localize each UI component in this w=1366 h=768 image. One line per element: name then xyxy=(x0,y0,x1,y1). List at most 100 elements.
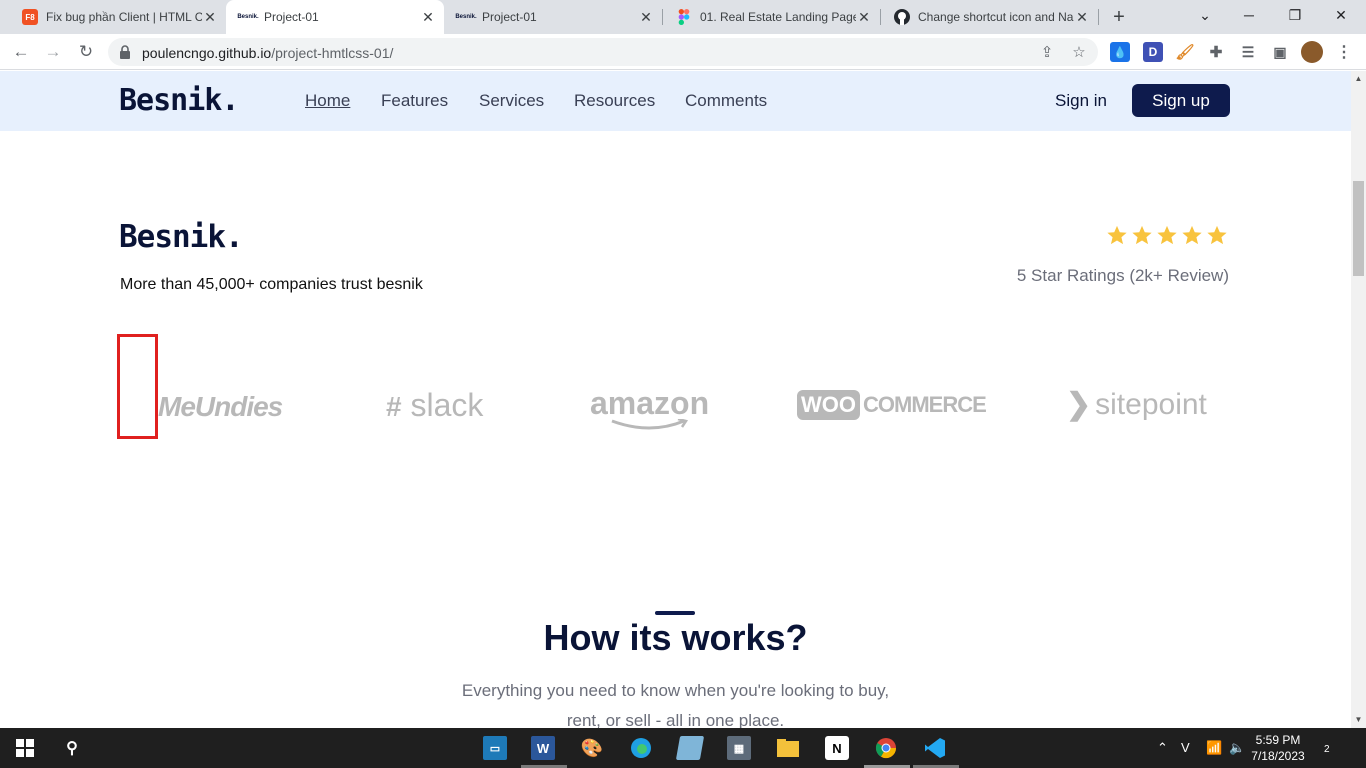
close-tab-icon[interactable]: ✕ xyxy=(202,9,218,25)
close-tab-icon[interactable]: ✕ xyxy=(856,9,872,25)
task-view-icon[interactable]: ▭ xyxy=(483,736,507,760)
tab-project-01-active[interactable]: Besnik. Project-01 ✕ xyxy=(226,0,444,34)
back-arrow-icon[interactable]: ← xyxy=(8,39,34,65)
site-logo[interactable]: Besnik. xyxy=(119,83,239,118)
scroll-down-arrow-icon[interactable]: ▼ xyxy=(1354,715,1363,724)
trust-brand-logo: Besnik. xyxy=(119,219,244,255)
nav-services[interactable]: Services xyxy=(479,91,544,111)
search-icon[interactable]: ⚲ xyxy=(60,736,84,760)
scroll-up-arrow-icon[interactable]: ▲ xyxy=(1354,74,1363,83)
edge-icon[interactable] xyxy=(629,736,653,760)
page-scrollbar[interactable]: ▲ ▼ xyxy=(1351,71,1366,728)
woo-badge: WOO xyxy=(797,390,860,420)
d-extension-icon[interactable]: D xyxy=(1143,42,1163,62)
droplet-extension-icon[interactable]: 💧 xyxy=(1110,42,1130,62)
figma-icon xyxy=(676,9,692,25)
windows-taskbar: ⚲ ▭ W 🎨 ▦ N ⌃ V 📶 🔈 5:59 PM 7/18/2023 2 xyxy=(0,728,1366,768)
notification-count: 2 xyxy=(1324,744,1330,755)
taskbar-clock[interactable]: 5:59 PM 7/18/2023 xyxy=(1248,732,1308,764)
nav-home[interactable]: Home xyxy=(305,91,350,111)
star-icon xyxy=(1107,225,1127,245)
tab-search-chevron-icon[interactable]: ⌄ xyxy=(1182,0,1228,30)
besnik-favicon-icon: Besnik. xyxy=(455,14,477,20)
slack-hash-icon: # xyxy=(386,391,402,422)
notion-icon[interactable]: N xyxy=(825,736,849,760)
amazon-smile-icon xyxy=(611,419,689,430)
partner-logos: MeUndies # slack amazon WOO COMMERCE ❯ s… xyxy=(0,371,1351,451)
bookmark-star-icon[interactable]: ☆ xyxy=(1070,43,1088,61)
nav-resources[interactable]: Resources xyxy=(574,91,655,111)
vscode-icon[interactable] xyxy=(923,736,947,760)
close-window-icon[interactable]: ✕ xyxy=(1318,0,1364,30)
minimize-icon[interactable]: ─ xyxy=(1226,0,1272,30)
show-hidden-icons-chevron-icon[interactable]: ⌃ xyxy=(1157,740,1168,756)
site-header: Besnik. Home Features Services Resources… xyxy=(0,71,1351,131)
star-icon xyxy=(1207,225,1227,245)
how-it-works-subtitle-line-1: Everything you need to know when you're … xyxy=(461,681,890,700)
paint-extension-icon[interactable]: 🖌 xyxy=(1175,42,1195,62)
how-it-works-subtitle-line-2: rent, or sell - all in one place. xyxy=(566,711,785,728)
chrome-icon[interactable] xyxy=(874,736,898,760)
browser-toolbar: ← → ↻ poulencngo.github.io/project-hmtlc… xyxy=(0,34,1366,70)
selection-highlight-box xyxy=(117,334,158,439)
calculator-icon[interactable]: ▦ xyxy=(727,736,751,760)
new-tab-plus-icon[interactable]: + xyxy=(1108,6,1130,28)
profile-avatar[interactable] xyxy=(1301,41,1323,63)
lock-icon xyxy=(120,45,130,59)
restore-icon[interactable]: ❐ xyxy=(1272,0,1318,30)
page-viewport: Besnik. Home Features Services Resources… xyxy=(0,71,1351,728)
tab-project-01[interactable]: Besnik. Project-01 ✕ xyxy=(444,0,662,34)
tab-title: Change shortcut icon and Na xyxy=(918,10,1074,24)
ratings-text: 5 Star Ratings (2k+ Review) xyxy=(1016,266,1229,285)
tab-title: Project-01 xyxy=(482,10,537,24)
slack-logo: # slack xyxy=(386,387,483,424)
clock-time: 5:59 PM xyxy=(1255,733,1301,747)
puzzle-extensions-icon[interactable]: ✚ xyxy=(1206,42,1226,62)
share-icon[interactable]: ⇪ xyxy=(1038,43,1056,61)
woocommerce-logo: WOO COMMERCE xyxy=(797,390,987,420)
notification-center-icon[interactable]: 2 xyxy=(1324,740,1330,755)
url-path: /project-hmtlcss-01/ xyxy=(271,45,394,61)
woocommerce-wordmark: COMMERCE xyxy=(863,392,987,417)
f8-favicon-icon: F8 xyxy=(22,9,38,25)
besnik-favicon-icon: Besnik. xyxy=(237,14,259,20)
url-text: poulencngo.github.io/project-hmtlcss-01/ xyxy=(142,45,393,61)
reload-icon[interactable]: ↻ xyxy=(73,39,99,65)
slack-wordmark: slack xyxy=(410,387,484,423)
network-icon[interactable]: 📶 xyxy=(1206,740,1222,756)
nav-comments[interactable]: Comments xyxy=(685,91,767,111)
volume-icon[interactable]: 🔈 xyxy=(1229,740,1245,756)
vpn-icon[interactable]: V xyxy=(1181,740,1190,755)
section-accent-bar xyxy=(655,611,695,615)
sitepoint-logo: ❯ sitepoint xyxy=(1066,387,1207,422)
sign-up-button[interactable]: Sign up xyxy=(1132,84,1230,117)
close-tab-icon[interactable]: ✕ xyxy=(638,9,654,25)
address-bar[interactable]: poulencngo.github.io/project-hmtlcss-01/… xyxy=(108,38,1098,66)
star-icon xyxy=(1182,225,1202,245)
close-tab-icon[interactable]: ✕ xyxy=(1074,9,1090,25)
star-icon xyxy=(1132,225,1152,245)
tab-real-estate[interactable]: 01. Real Estate Landing Page ✕ xyxy=(662,0,880,34)
tab-strip: F8 Fix bug phần Client | HTML C ✕ Besnik… xyxy=(0,0,1366,34)
notes-icon[interactable] xyxy=(675,736,705,760)
file-explorer-icon[interactable] xyxy=(776,736,800,760)
paint-icon[interactable]: 🎨 xyxy=(580,736,604,760)
more-menu-icon[interactable]: ⋮ xyxy=(1334,42,1354,62)
amazon-wordmark: amazon xyxy=(590,385,710,421)
amazon-logo: amazon xyxy=(590,385,710,430)
side-panel-icon[interactable]: ▣ xyxy=(1270,42,1290,62)
github-icon xyxy=(894,9,910,25)
tab-github[interactable]: Change shortcut icon and Na ✕ xyxy=(880,0,1098,34)
url-host: poulencngo.github.io xyxy=(142,45,272,61)
tab-title: Project-01 xyxy=(264,10,319,24)
tab-title: Fix bug phần Client | HTML C xyxy=(46,10,202,24)
nav-features[interactable]: Features xyxy=(381,91,448,111)
word-icon[interactable]: W xyxy=(531,736,555,760)
close-tab-icon[interactable]: ✕ xyxy=(420,9,436,25)
scrollbar-thumb[interactable] xyxy=(1353,181,1364,276)
sign-in-link[interactable]: Sign in xyxy=(1055,91,1107,111)
media-control-icon[interactable]: ☰ xyxy=(1238,42,1258,62)
forward-arrow-icon[interactable]: → xyxy=(40,39,66,65)
tab-fix-bug[interactable]: F8 Fix bug phần Client | HTML C ✕ xyxy=(8,0,226,34)
windows-start-icon[interactable] xyxy=(13,736,37,760)
